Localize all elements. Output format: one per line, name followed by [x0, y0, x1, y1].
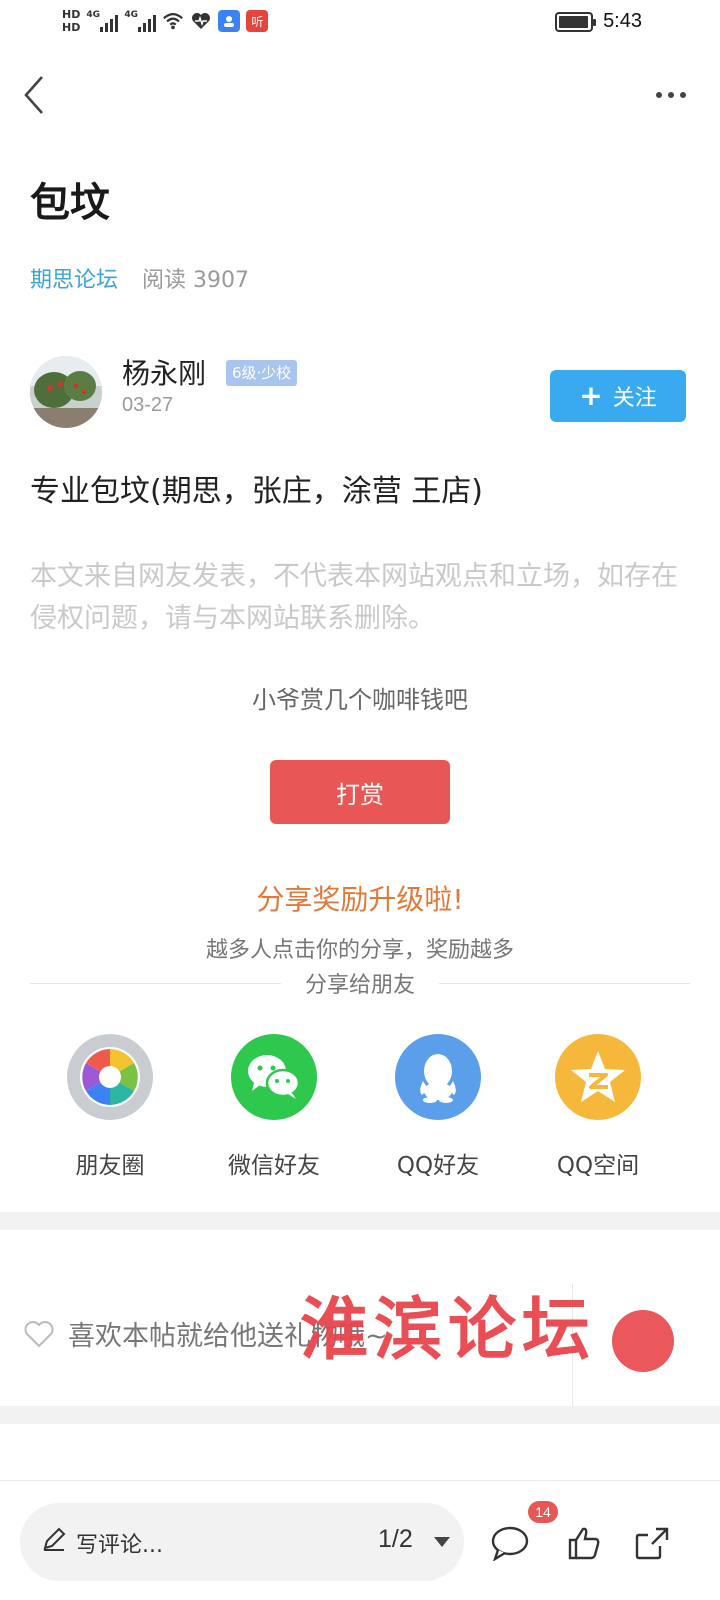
pencil-icon: [43, 1527, 66, 1551]
status-time: 5:43: [603, 10, 642, 32]
share-label: QQ空间: [556, 1153, 640, 1179]
qq-icon: [395, 1034, 481, 1120]
comment-input[interactable]: 写评论... 1/2: [20, 1503, 464, 1581]
comment-count-badge: 14: [528, 1501, 558, 1523]
share-qq[interactable]: QQ好友: [368, 1034, 508, 1180]
more-dot: [668, 92, 674, 98]
forum-link[interactable]: 期思论坛: [30, 262, 118, 294]
wifi-icon: [162, 10, 184, 32]
share-qzone[interactable]: QQ空间: [528, 1034, 668, 1180]
divider-line: [30, 982, 281, 984]
battery-icon: [555, 11, 597, 32]
tip-text: 小爷赏几个咖啡钱吧: [252, 686, 468, 714]
watermark-text: 淮滨论坛: [300, 1290, 597, 1370]
share-icon: [635, 1527, 669, 1560]
comment-button[interactable]: [490, 1523, 530, 1563]
level-badge: 6级·少校: [226, 360, 298, 386]
hd1-label: HD: [62, 8, 81, 21]
status-icons-left: HD HD 4G 4G 听: [62, 8, 269, 34]
wechat-icon: [231, 1034, 317, 1120]
divider-line: [439, 982, 691, 984]
section-gap: [0, 1406, 720, 1424]
qzone-icon: [555, 1034, 641, 1120]
battery-fill: [559, 15, 588, 28]
signal-icon-2: 4G: [124, 10, 157, 32]
follow-label: 关注: [612, 386, 657, 411]
post-date: 03-27: [122, 394, 174, 416]
more-button[interactable]: [646, 80, 696, 110]
signal-icon: 4G: [86, 10, 119, 32]
post-body: 专业包坟(期思，张庄，涂营 王店): [30, 474, 483, 509]
share-subtitle: 越多人点击你的分享，奖励越多: [205, 938, 514, 963]
page-title: 包坟: [30, 180, 110, 226]
section-gap: [0, 1212, 720, 1230]
thumbs-up-icon: [568, 1527, 600, 1560]
bottom-bar: 写评论... 1/2 14: [0, 1480, 720, 1600]
share-label: 朋友圈: [75, 1153, 145, 1179]
read-count: 阅读 3907: [142, 268, 249, 293]
heart-pulse-icon: [190, 10, 212, 32]
back-button[interactable]: [14, 72, 54, 118]
page-indicator[interactable]: 1/2: [378, 1525, 413, 1554]
post-meta: 期思论坛 阅读 3907: [30, 262, 249, 294]
heart-outline-icon: [24, 1320, 54, 1347]
status-bar: HD HD 4G 4G 听 5:43: [0, 0, 720, 48]
comment-icon: [491, 1526, 529, 1561]
network-type-2: 4G: [124, 10, 138, 20]
share-label: 微信好友: [228, 1153, 320, 1179]
share-button[interactable]: [632, 1523, 672, 1563]
share-moments[interactable]: 朋友圈: [40, 1034, 180, 1180]
author-avatar[interactable]: [30, 356, 102, 428]
watermark-logo: [612, 1310, 674, 1372]
share-wechat[interactable]: 微信好友: [204, 1034, 344, 1180]
top-nav: [0, 60, 720, 130]
app-notification-icon: [218, 10, 241, 32]
hd2-label: HD: [62, 21, 81, 34]
author-name[interactable]: 杨永刚: [122, 352, 206, 392]
plus-icon: +: [579, 379, 603, 412]
status-icons-right: 5:43: [555, 10, 642, 33]
share-label: QQ好友: [396, 1153, 480, 1179]
share-title: 分享奖励升级啦!: [256, 883, 464, 916]
share-divider: 分享给朋友: [30, 966, 691, 1000]
chevron-down-icon[interactable]: [434, 1537, 450, 1547]
tip-button[interactable]: 打赏: [270, 760, 450, 824]
follow-button[interactable]: + 关注: [550, 370, 686, 422]
network-type-1: 4G: [86, 10, 100, 20]
comment-placeholder: 写评论...: [76, 1533, 163, 1558]
disclaimer: 本文来自网友发表，不代表本网站观点和立场，如存在侵权问题，请与本网站联系删除。: [30, 561, 678, 634]
chevron-left-icon: [24, 76, 43, 114]
hd-indicator: HD HD: [62, 8, 80, 34]
like-button[interactable]: [564, 1523, 604, 1563]
more-dot: [656, 92, 662, 98]
share-divider-label: 分享给朋友: [305, 973, 416, 998]
moments-icon: [67, 1034, 153, 1120]
more-dot: [680, 92, 686, 98]
listen-app-icon: 听: [246, 10, 269, 32]
